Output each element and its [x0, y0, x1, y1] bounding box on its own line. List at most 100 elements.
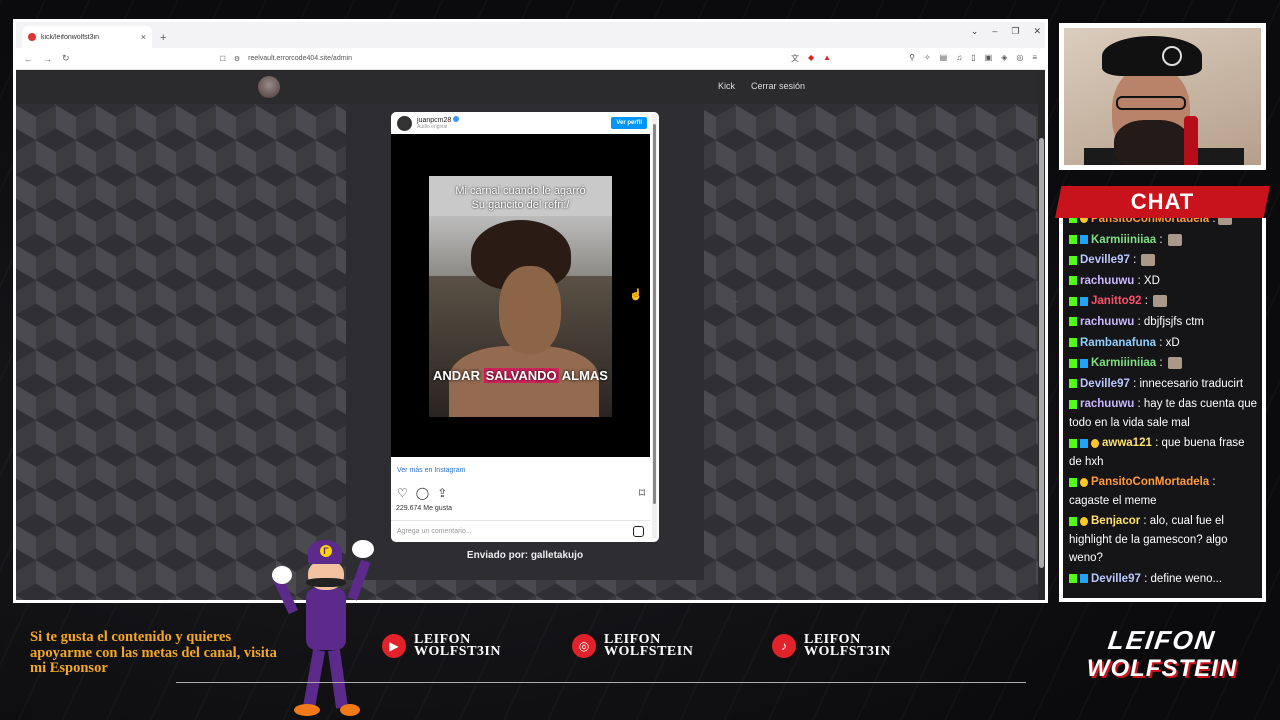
tab-close-icon[interactable]: ×	[141, 32, 146, 42]
back-icon[interactable]: ←	[24, 54, 33, 64]
kick-badge-icon	[1069, 516, 1077, 526]
chat-username[interactable]: Karmiiiniiaa	[1091, 234, 1156, 246]
chat-username[interactable]: Deville97	[1080, 378, 1130, 390]
comment-icon[interactable]: ◯	[416, 486, 429, 500]
chat-username[interactable]: Benjacor	[1091, 515, 1140, 527]
rewards-icon[interactable]: ▲	[823, 53, 831, 64]
translate-icon[interactable]: 文	[791, 53, 799, 64]
chat-text: :	[1129, 254, 1140, 267]
chat-message: rachuuwu : dbjfjsjfs ctm	[1069, 313, 1259, 331]
sent-by-label: Enviado por: galletakujo	[466, 550, 584, 561]
vpn-icon[interactable]: ◎	[1016, 53, 1023, 64]
see-more-link[interactable]: Ver más en Instagram	[397, 467, 465, 474]
chat-text: :	[1156, 357, 1166, 370]
url-field[interactable]: ☐ ⚙ reelvault.errorcode404.site/admin	[220, 55, 781, 63]
nav-link-kick[interactable]: Kick	[718, 81, 735, 91]
gift-badge-icon	[1080, 218, 1088, 224]
subscriber-badge-icon	[1080, 235, 1088, 245]
video-frame: Mi carnal cuando le agarró Su gancito de…	[429, 176, 612, 417]
dropdown-icon[interactable]: ⌄	[971, 26, 979, 37]
webcam-feed	[1064, 28, 1261, 165]
extensions-icon[interactable]: ✧	[924, 53, 931, 64]
chat-title: CHAT	[1055, 186, 1270, 218]
media-icon[interactable]: ♫	[956, 53, 962, 64]
ig-username[interactable]: juanpcm28	[417, 117, 451, 124]
chat-username[interactable]: PansitoConMortadela	[1091, 218, 1209, 225]
pin-icon[interactable]: ⚲	[909, 53, 915, 64]
browser-frame: kick/leifonwolfst3in × + ⌄ – ❐ ✕ ← → ↻ ☐…	[13, 19, 1048, 603]
comment-field[interactable]: Agrega un comentario...	[391, 520, 650, 542]
new-tab-button[interactable]: +	[160, 32, 166, 44]
instagram-icon: ◎	[572, 634, 596, 658]
tab-bar: kick/leifonwolfst3in × + ⌄ – ❐ ✕	[16, 22, 1045, 48]
instagram-logo-icon[interactable]	[633, 526, 644, 537]
chat-message: Benjacor : alo, cual fue el highlight de…	[1069, 512, 1259, 567]
subscriber-badge-icon	[1080, 296, 1088, 306]
url-text[interactable]: reelvault.errorcode404.site/admin	[248, 55, 352, 62]
wallet-icon[interactable]: ◈	[1001, 53, 1007, 64]
ig-audio-label[interactable]: Audio original	[417, 124, 459, 130]
youtube-icon: ▶	[382, 634, 406, 658]
view-profile-button[interactable]: Ver perfil	[611, 117, 647, 129]
embed-scrollbar[interactable]	[652, 114, 657, 538]
ig-user-avatar[interactable]	[397, 115, 412, 131]
restore-icon[interactable]: ❐	[1011, 26, 1019, 37]
microphone-icon	[1184, 116, 1198, 165]
gift-badge-icon	[1080, 516, 1088, 526]
chat-username[interactable]: awwa121	[1102, 437, 1152, 449]
like-icon[interactable]: ♡	[397, 486, 408, 500]
reload-icon[interactable]: ↻	[62, 53, 70, 64]
like-count: 229.674 Me gusta	[396, 505, 453, 512]
chat-message: Karmiiiniiaa :	[1069, 231, 1259, 249]
chat-emote-icon	[1167, 233, 1182, 246]
nav-link-logout[interactable]: Cerrar sesión	[751, 81, 805, 91]
chat-username[interactable]: Janitto92	[1091, 295, 1142, 307]
forward-icon[interactable]: →	[43, 54, 52, 64]
chat-username[interactable]: Rambanafuna	[1080, 337, 1156, 349]
chat-messages: PansitoConMortadela : Karmiiiniiaa : Devi…	[1069, 218, 1259, 590]
menu-icon[interactable]: ≡	[1032, 53, 1037, 64]
reel-video[interactable]: Mi carnal cuando le agarró Su gancito de…	[391, 134, 650, 457]
kick-badge-icon	[1069, 218, 1077, 224]
webcam-frame	[1059, 23, 1266, 170]
kick-badge-icon	[1069, 477, 1077, 487]
chat-emote-icon	[1217, 218, 1232, 225]
minimize-icon[interactable]: –	[992, 26, 997, 37]
close-window-icon[interactable]: ✕	[1033, 26, 1041, 37]
page-scrollbar[interactable]	[1038, 70, 1045, 600]
kick-favicon-icon	[28, 33, 36, 41]
chat-text: : XD	[1134, 274, 1160, 287]
brave-shield-icon[interactable]: ◆	[808, 53, 814, 64]
chat-username[interactable]: PansitoConMortadela	[1091, 476, 1209, 488]
bookmark-icon[interactable]: ☐	[220, 55, 226, 63]
mouse-cursor-icon: ☝	[629, 289, 643, 301]
chat-username[interactable]: Karmiiiniiaa	[1091, 357, 1156, 369]
chat-username[interactable]: rachuuwu	[1080, 316, 1134, 328]
chat-username[interactable]: Deville97	[1091, 573, 1141, 585]
prev-arrow-button[interactable]: ←	[310, 294, 321, 306]
save-icon[interactable]: ⌑	[639, 486, 645, 500]
site-settings-icon[interactable]: ⚙	[234, 55, 240, 63]
chat-message: Karmiiiniiaa :	[1069, 354, 1259, 372]
post-actions: ♡ ◯ ⇪ ⌑	[397, 486, 645, 500]
kick-badge-icon	[1069, 379, 1077, 389]
chat-username[interactable]: Deville97	[1080, 254, 1130, 266]
browser-tab[interactable]: kick/leifonwolfst3in ×	[22, 26, 152, 48]
site-logo-avatar[interactable]	[258, 76, 280, 98]
sponsor-message: Si te gusta el contenido y quieres apoya…	[30, 629, 277, 676]
screenshot-icon[interactable]: ▣	[985, 53, 993, 64]
sidebar-icon[interactable]: ▯	[971, 53, 975, 64]
subscriber-badge-icon	[1080, 358, 1088, 368]
chat-message: awwa121 : que buena frase de hxh	[1069, 434, 1259, 471]
next-arrow-button[interactable]: →	[730, 294, 741, 306]
reader-icon[interactable]: ▤	[940, 53, 948, 64]
chat-text: :	[1141, 295, 1152, 308]
social-instagram: ◎ LEIFON WOLFSTEIN	[572, 633, 693, 659]
share-icon[interactable]: ⇪	[437, 486, 447, 500]
kick-badge-icon	[1069, 399, 1077, 409]
chat-username[interactable]: rachuuwu	[1080, 275, 1134, 287]
chat-emote-icon	[1167, 357, 1182, 370]
kick-badge-icon	[1069, 296, 1077, 306]
divider-line	[176, 682, 1026, 683]
chat-username[interactable]: rachuuwu	[1080, 398, 1134, 410]
